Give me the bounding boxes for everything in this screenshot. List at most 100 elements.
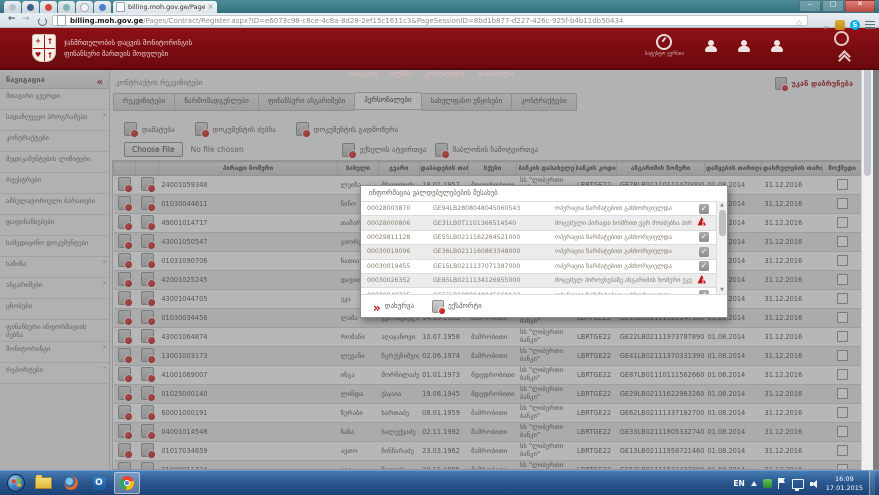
browser-menu-icon[interactable]: [865, 21, 875, 29]
header-nav-item[interactable]: კონტაქტები: [425, 70, 465, 78]
dialog-result-row: 00030019096 GE36LB0211160863348000 ოპერა…: [361, 244, 716, 258]
test-version-badge: სატესტო ვერსია: [645, 34, 684, 58]
dialog-result-row: 00030043725 GE66LB1809048045660133 ოპერა…: [361, 287, 716, 294]
volume-tray-icon[interactable]: [810, 479, 820, 488]
bookmark-star-icon[interactable]: [795, 11, 803, 30]
window-maximize-button[interactable]: [822, 0, 844, 12]
address-bar[interactable]: billing.moh.gov.ge/Pages/Contract/Regist…: [52, 15, 808, 26]
firefox-taskbar-button[interactable]: [58, 472, 84, 494]
url-host: billing.moh.gov.ge: [70, 17, 143, 25]
taskbar-clock[interactable]: 16:09 17.01.2015: [826, 475, 863, 493]
network-tray-icon[interactable]: [792, 479, 804, 489]
page-scrollbar-thumb[interactable]: [864, 70, 871, 176]
pinned-tab[interactable]: [40, 1, 57, 13]
header-right-icons: სატესტო ვერსია: [645, 34, 783, 58]
chrome-taskbar-button[interactable]: [114, 472, 140, 494]
pinned-tab[interactable]: [4, 1, 21, 13]
dialog-title: ინფორმაცია ვალდებულებების შესახებ: [361, 186, 727, 201]
show-desktop-button[interactable]: [869, 471, 875, 495]
tray-expand-icon[interactable]: [751, 481, 757, 486]
collapse-header-icon[interactable]: [840, 52, 848, 60]
pinned-tab[interactable]: [94, 1, 111, 13]
close-chevrons-icon: [373, 297, 381, 316]
pinned-favicon-icon: [80, 3, 89, 12]
pinned-tabs: [4, 1, 112, 13]
active-browser-tab[interactable]: billing.moh.gov.ge/Page…: [113, 1, 217, 13]
amber-extension-icon[interactable]: [835, 20, 845, 30]
pinned-tab[interactable]: [22, 1, 39, 13]
header-nav: მთავარი ჩვენზე კონტაქტები დახმარება: [348, 70, 514, 78]
page-content: ნავიგაცია მთავარი გვერდი სადაზღვევო პროგ…: [0, 70, 879, 470]
pinned-favicon-icon: [63, 4, 70, 11]
scroll-down-icon[interactable]: [717, 287, 727, 293]
window-controls: [798, 0, 875, 12]
close-label: დახურვა: [385, 302, 414, 310]
action-center-flag-icon[interactable]: [778, 478, 786, 489]
start-button[interactable]: [7, 474, 25, 492]
pinned-tab[interactable]: [76, 1, 93, 13]
result-status-icon: [698, 275, 711, 287]
test-version-label: სატესტო ვერსია: [645, 51, 684, 58]
user-settings-icon[interactable]: [770, 40, 783, 52]
scroll-up-icon[interactable]: [717, 202, 727, 208]
result-status-icon: [698, 217, 711, 229]
result-message: მოცემული პირადი ნომრით ვერ მოიძებნა პირო…: [555, 220, 692, 227]
tab-title: billing.moh.gov.ge/Page…: [128, 3, 205, 11]
result-account-number: GE94LB2808048045060543: [433, 205, 555, 212]
close-dialog-button[interactable]: დახურვა: [373, 297, 414, 316]
skype-extension-icon[interactable]: [850, 20, 860, 30]
user-profile-icon[interactable]: [704, 40, 717, 52]
result-message: ოპერაცია წარმატებით განხორციელდა: [555, 234, 692, 241]
screen: billing.moh.gov.ge/Page… billing.moh.gov…: [0, 0, 879, 495]
dialog-result-row: 00028003870 GE94LB2808048045060543 ოპერა…: [361, 201, 716, 215]
result-status-icon: [699, 232, 709, 242]
taskbar: EN 16:09 17.01.2015: [0, 470, 879, 495]
url-text: billing.moh.gov.ge/Pages/Contract/Regist…: [70, 17, 791, 25]
extension-icons: [823, 15, 875, 34]
explorer-taskbar-button[interactable]: [30, 472, 56, 494]
browser-toolbar: billing.moh.gov.ge/Pages/Contract/Regist…: [0, 13, 879, 28]
chrome-icon: [120, 476, 134, 490]
result-personal-number: 00030026352: [361, 277, 433, 284]
page-scrollbar[interactable]: [861, 70, 873, 470]
org-name-line1: ჯანმრთელობის დაცვის მონიტორინგის: [64, 38, 192, 49]
language-indicator[interactable]: EN: [733, 479, 744, 488]
result-personal-number: 00028000806: [361, 220, 433, 227]
export-label: ექსპორტი: [448, 302, 482, 310]
export-icon: [432, 300, 444, 313]
export-button[interactable]: ექსპორტი: [432, 300, 482, 313]
header-nav-item[interactable]: ჩვენზე: [390, 70, 412, 78]
pinned-favicon-icon: [99, 4, 106, 11]
result-message: მოცემულ პიროვნებაზე ანგარიშის ნომერი უკვ…: [555, 277, 692, 284]
result-account-number: GE85LB0211134126955000: [433, 277, 555, 284]
antivirus-tray-icon[interactable]: [763, 479, 772, 488]
back-icon[interactable]: [8, 14, 16, 24]
tab-close-icon[interactable]: [207, 3, 214, 11]
outlook-icon: [93, 477, 106, 490]
result-account-number: GE15LB0211137071387000: [433, 263, 555, 270]
pinned-tab[interactable]: [58, 1, 75, 13]
gauge-icon: [656, 34, 672, 50]
user-document-icon[interactable]: [737, 40, 750, 52]
dialog-result-row: 00030019455 GE15LB0211137071387000 ოპერა…: [361, 259, 716, 273]
reload-icon[interactable]: [38, 17, 47, 26]
pinned-favicon-icon: [27, 4, 34, 11]
share-extension-icon[interactable]: [823, 15, 830, 34]
header-nav-item[interactable]: დახმარება: [478, 70, 514, 78]
forward-icon[interactable]: [22, 14, 30, 24]
dialog-scrollbar[interactable]: [716, 201, 727, 294]
taskbar-apps: [30, 472, 142, 494]
result-account-number: GE36LB0211160863348000: [433, 248, 555, 255]
result-message: ოპერაცია წარმატებით განხორციელდა: [555, 205, 692, 212]
result-personal-number: 00030019096: [361, 248, 433, 255]
result-personal-number: 00028003870: [361, 205, 433, 212]
clock-time: 16:09: [826, 475, 863, 484]
scrollbar-thumb[interactable]: [719, 210, 726, 236]
header-nav-item[interactable]: მთავარი: [348, 70, 377, 78]
result-personal-number: 00029811128: [361, 234, 433, 241]
dialog-footer: დახურვა ექსპორტი: [361, 294, 727, 317]
window-close-button[interactable]: [845, 0, 875, 12]
org-name-line2: ფინანსური მართვის მოდულები: [64, 49, 192, 60]
result-personal-number: 00030019455: [361, 263, 433, 270]
outlook-taskbar-button[interactable]: [86, 472, 112, 494]
